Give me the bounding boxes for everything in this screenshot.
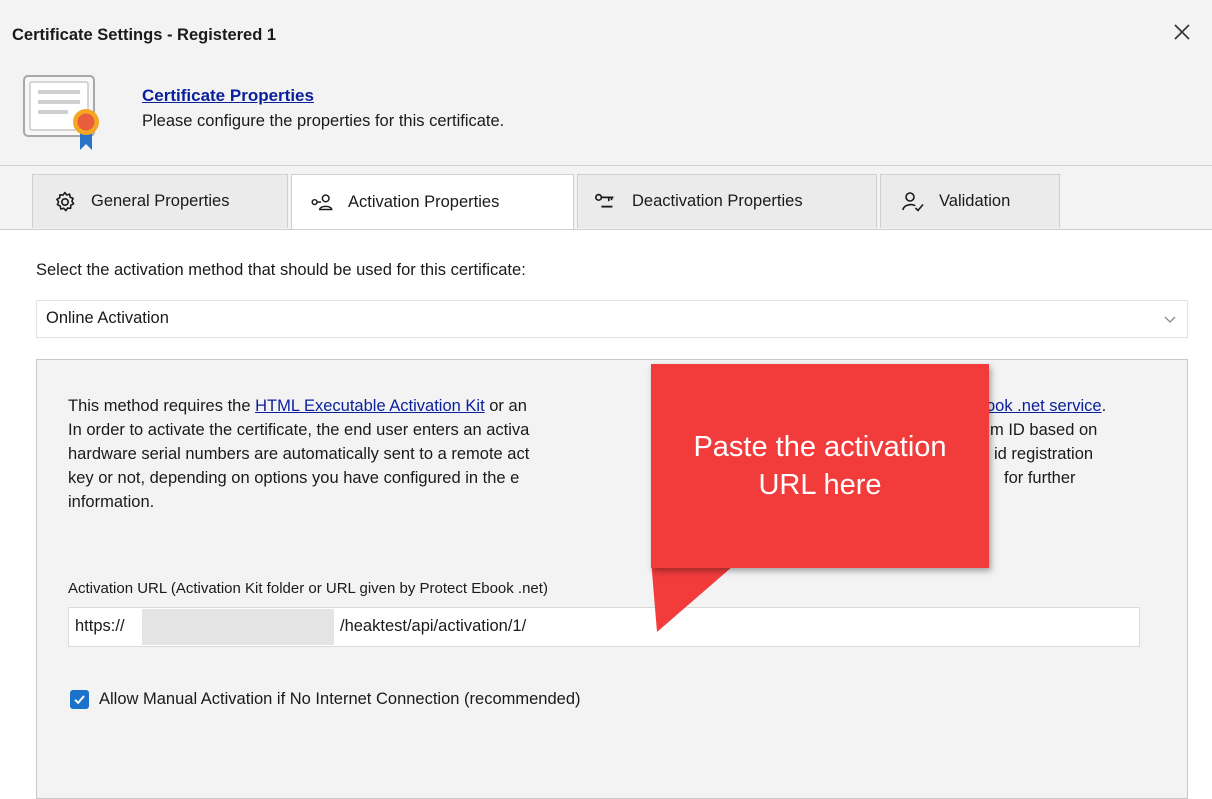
tab-validation[interactable]: Validation [880,174,1060,228]
description-line-1: This method requires the HTML Executable… [68,397,527,416]
activation-url-prefix: https:// [75,617,125,635]
description-text: . [1101,397,1107,415]
description-line-4: key or not, depending on options you hav… [68,469,520,487]
activation-method-select[interactable] [36,300,1188,338]
manual-activation-checkbox[interactable] [70,690,89,709]
activation-method-label: Select the activation method that should… [36,261,526,279]
activation-key-user-icon [310,191,334,215]
callout-line-1: Paste the activation [693,431,947,463]
tab-general-properties[interactable]: General Properties [32,174,288,228]
certificate-properties-link[interactable]: Certificate Properties [142,86,314,106]
checkmark-icon [74,695,85,705]
tab-label: General Properties [91,192,230,210]
activation-kit-link[interactable]: HTML Executable Activation Kit [255,397,485,415]
callout-text: Paste the activation URL here [651,428,989,504]
close-button[interactable] [1168,18,1196,46]
tab-label: Validation [939,192,1011,210]
header-description: Please configure the properties for this… [142,112,505,130]
description-text: This method requires the [68,397,256,415]
activation-url-label: Activation URL (Activation Kit folder or… [68,580,548,597]
gear-icon [53,190,77,214]
protect-ebook-service-link[interactable]: ook .net service [986,397,1102,415]
tab-deactivation-properties[interactable]: Deactivation Properties [577,174,877,228]
tab-label: Activation Properties [348,193,500,211]
header-panel [0,0,1212,165]
callout-line-2: URL here [758,469,882,501]
close-icon [1174,24,1190,40]
chevron-down-icon [1164,316,1176,323]
description-line-1-end: ook .net service. [986,397,1106,416]
tab-baseline [0,229,1212,230]
callout-pointer [651,560,740,632]
description-text: or an [484,397,527,415]
manual-activation-label[interactable]: Allow Manual Activation if No Internet C… [99,690,581,709]
window-title: Certificate Settings - Registered 1 [12,26,277,44]
redacted-url-segment [142,609,334,645]
user-check-icon [901,190,925,214]
description-line-3-end: id registration [994,445,1094,463]
description-line-5: information. [68,493,155,511]
tab-activation-properties[interactable]: Activation Properties [291,174,574,230]
tab-label: Deactivation Properties [632,192,803,210]
description-line-3: hardware serial numbers are automaticall… [68,445,530,463]
activation-url-suffix: /heaktest/api/activation/1/ [340,617,527,635]
description-line-4-end: for further [1004,469,1076,487]
description-line-2-end: m ID based on [990,421,1098,439]
activation-method-value: Online Activation [46,309,169,327]
description-line-2: In order to activate the certificate, th… [68,421,530,439]
certificate-icon [23,75,99,150]
key-icon [594,190,618,214]
